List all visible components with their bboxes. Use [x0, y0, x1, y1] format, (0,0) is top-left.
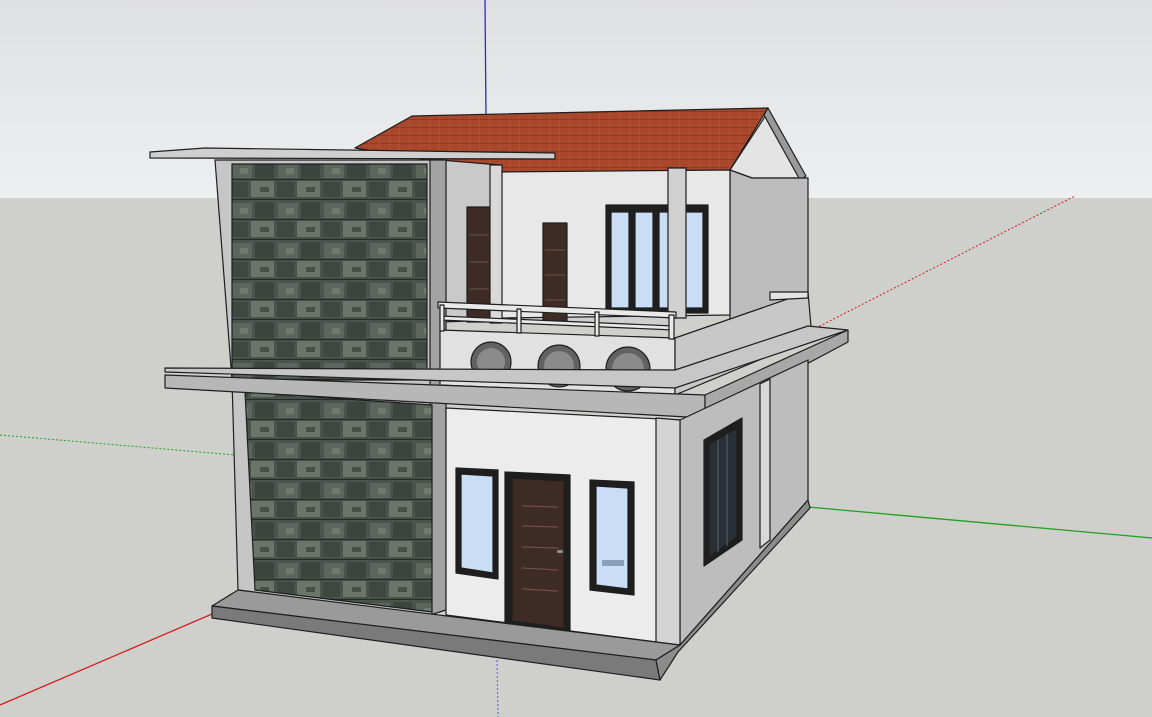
window-pane: [683, 211, 704, 309]
front-door: [504, 471, 571, 633]
balcony-column-right: [667, 167, 687, 319]
balcony-column-left: [489, 164, 503, 324]
balcony-back-ledge: [769, 291, 809, 301]
side-window: [703, 417, 743, 567]
model-canvas[interactable]: [0, 0, 1152, 717]
ground-window-left: [455, 467, 499, 580]
ground-window-right: [589, 479, 635, 596]
window-pane: [610, 211, 630, 309]
stone-cladding-lower: [244, 391, 433, 613]
upper-window: [605, 204, 709, 314]
stone-cladding-upper: [231, 163, 428, 381]
window-pane: [634, 211, 654, 309]
corner-pilaster: [655, 417, 681, 646]
3d-viewport[interactable]: [0, 0, 1152, 717]
door-handle: [556, 549, 564, 554]
ground-side-pilaster: [759, 378, 771, 549]
